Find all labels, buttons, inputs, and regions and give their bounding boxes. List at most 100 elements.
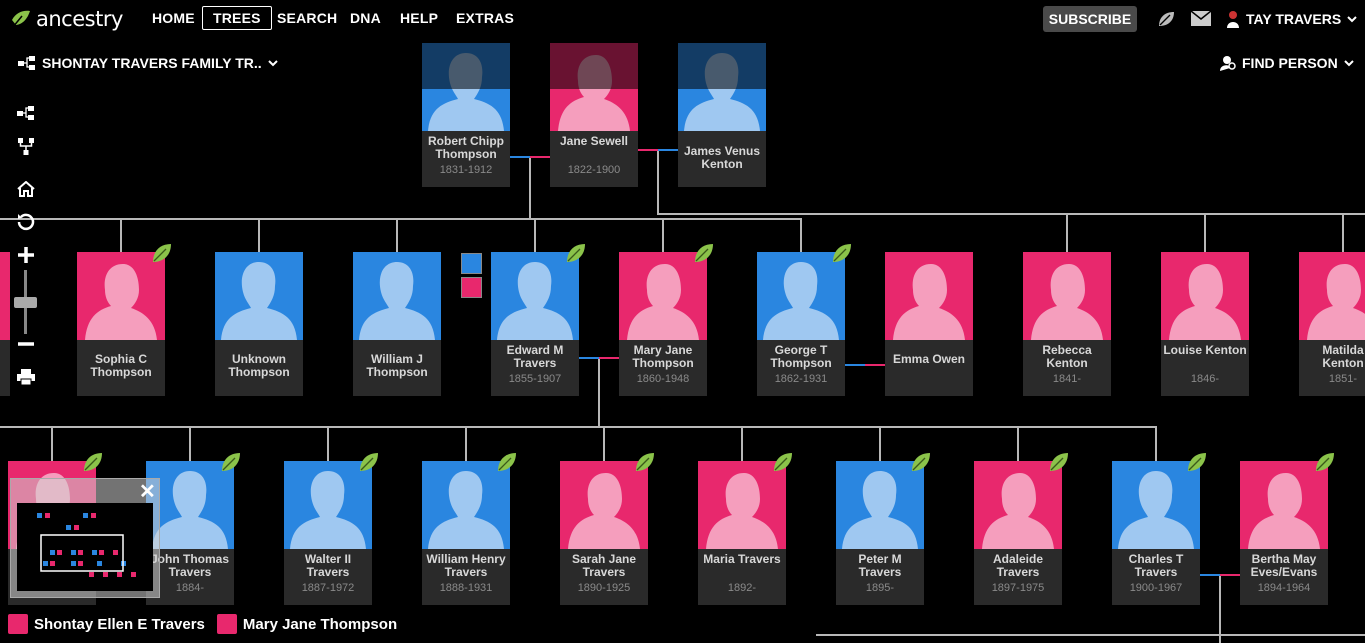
hints-leaf-icon[interactable] — [1156, 9, 1176, 29]
person-name: Emma Owen — [892, 352, 966, 366]
nav-help[interactable]: HELP — [400, 10, 438, 26]
male-silhouette-icon — [422, 43, 510, 131]
person-card[interactable]: William J Thompson — [353, 252, 441, 396]
person-card[interactable]: Rebecca Kenton 1841- — [1023, 252, 1111, 396]
person-card[interactable]: Robert Chipp Thompson 1831-1912 — [422, 43, 510, 187]
hint-leaf-icon[interactable] — [634, 451, 656, 473]
person-card[interactable]: Walter II Travers 1887-1972 — [284, 453, 378, 605]
messages-icon[interactable] — [1191, 11, 1211, 26]
nav-trees[interactable]: TREES — [202, 6, 272, 30]
user-name: TAY TRAVERS — [1246, 11, 1342, 27]
spouse-switch-female-icon[interactable] — [461, 277, 482, 298]
tree-canvas[interactable]: Robert Chipp Thompson 1831-1912 Jane Sew… — [0, 0, 1365, 643]
hint-leaf-icon[interactable] — [151, 242, 173, 264]
person-card[interactable]: Maria Travers 1892- — [698, 453, 792, 605]
person-years: 1897-1975 — [991, 582, 1045, 594]
hint-leaf-icon[interactable] — [1186, 451, 1208, 473]
home-icon[interactable] — [14, 177, 38, 201]
hint-leaf-icon[interactable] — [1048, 451, 1070, 473]
hint-leaf-icon[interactable] — [358, 451, 380, 473]
person-card-partial[interactable] — [0, 252, 10, 396]
hint-leaf-icon[interactable] — [831, 242, 853, 264]
hint-leaf-icon[interactable] — [910, 451, 932, 473]
spouse-switch-male-icon[interactable] — [461, 253, 482, 274]
focus-person-link[interactable]: Mary Jane Thompson — [243, 616, 397, 633]
person-card[interactable]: Jane Sewell 1822-1900 — [550, 43, 638, 187]
find-person-button[interactable]: FIND PERSON — [1220, 55, 1354, 71]
zoom-slider[interactable] — [14, 270, 37, 334]
subscribe-button[interactable]: SUBSCRIBE — [1043, 6, 1137, 32]
female-silhouette-icon — [1023, 252, 1111, 340]
person-card[interactable]: George T Thompson 1862-1931 — [757, 244, 851, 396]
nav-dna[interactable]: DNA — [350, 10, 381, 26]
zoom-slider-thumb[interactable] — [14, 297, 37, 308]
print-icon[interactable] — [14, 365, 38, 389]
male-silhouette-icon — [215, 252, 303, 340]
pedigree-view-icon[interactable] — [14, 101, 38, 125]
person-years: 1887-1972 — [301, 582, 355, 594]
person-card[interactable]: Charles T Travers 1900-1967 — [1112, 453, 1206, 605]
person-name: Charles T Travers — [1128, 552, 1184, 579]
minimap-canvas — [17, 503, 153, 591]
person-years: 1851- — [1328, 373, 1358, 385]
person-years: 1900-1967 — [1129, 582, 1183, 594]
nav-search[interactable]: SEARCH — [277, 10, 337, 26]
brand-name: ancestry — [36, 7, 123, 31]
female-silhouette-icon — [550, 43, 638, 131]
silhouette — [0, 252, 10, 340]
person-name: Maria Travers — [703, 552, 781, 566]
hint-leaf-icon[interactable] — [220, 451, 242, 473]
tree-minimap[interactable]: ✕ — [10, 478, 160, 598]
hint-leaf-icon[interactable] — [565, 242, 587, 264]
person-card[interactable]: Louise Kenton 1846- — [1161, 252, 1249, 396]
person-years: 1892- — [727, 582, 757, 594]
hint-leaf-icon[interactable] — [1314, 451, 1336, 473]
person-name: Matilda Kenton — [1322, 343, 1364, 370]
person-card[interactable]: Matilda Kenton 1851- — [1299, 252, 1365, 396]
nav-home[interactable]: HOME — [152, 10, 195, 26]
person-card[interactable]: Mary Jane Thompson 1860-1948 — [619, 244, 713, 396]
user-menu[interactable]: TAY TRAVERS — [1226, 10, 1357, 28]
person-years: 1890-1925 — [577, 582, 631, 594]
person-years: 1846- — [1190, 373, 1220, 385]
person-name: Edward M Travers — [506, 343, 564, 370]
find-person-label: FIND PERSON — [1242, 55, 1338, 71]
person-name: Adaleide Travers — [992, 552, 1043, 579]
person-name: Walter II Travers — [304, 552, 352, 579]
zoom-out-icon[interactable] — [14, 332, 38, 356]
person-name: Unknown Thompson — [228, 352, 290, 379]
person-card[interactable]: Unknown Thompson — [215, 252, 303, 396]
person-card[interactable]: Edward M Travers 1855-1907 — [491, 244, 585, 396]
female-silhouette-icon — [885, 252, 973, 340]
female-silhouette-icon — [619, 252, 707, 340]
person-years: 1888-1931 — [439, 582, 493, 594]
person-card[interactable]: Sarah Jane Travers 1890-1925 — [560, 453, 654, 605]
family-view-icon[interactable] — [14, 135, 38, 159]
female-person-icon — [216, 614, 237, 634]
ancestry-logo[interactable]: ancestry — [10, 6, 123, 32]
close-icon[interactable]: ✕ — [139, 479, 156, 504]
person-card[interactable]: Emma Owen — [885, 252, 973, 396]
person-card[interactable]: James Venus Kenton — [678, 43, 766, 187]
male-silhouette-icon — [836, 461, 924, 549]
person-name: Peter M Travers — [858, 552, 902, 579]
person-name: Robert Chipp Thompson — [428, 134, 504, 161]
tree-selector[interactable]: SHONTAY TRAVERS FAMILY TR.. — [18, 55, 278, 71]
person-name: George T Thompson — [770, 343, 832, 370]
user-avatar-icon — [1227, 11, 1239, 28]
hint-leaf-icon[interactable] — [496, 451, 518, 473]
person-card[interactable]: William Henry Travers 1888-1931 — [422, 453, 516, 605]
person-card[interactable]: Sophia C Thompson — [77, 244, 171, 396]
hint-leaf-icon[interactable] — [82, 451, 104, 473]
person-card[interactable]: Bertha May Eves/Evans 1894-1964 — [1240, 453, 1334, 605]
reset-icon[interactable] — [14, 210, 38, 234]
nav-extras[interactable]: EXTRAS — [456, 10, 514, 26]
male-silhouette-icon — [353, 252, 441, 340]
person-card[interactable]: Adaleide Travers 1897-1975 — [974, 453, 1068, 605]
home-person-link[interactable]: Shontay Ellen E Travers — [34, 616, 205, 633]
person-name: William J Thompson — [366, 352, 428, 379]
hint-leaf-icon[interactable] — [693, 242, 715, 264]
zoom-in-icon[interactable] — [14, 243, 38, 267]
person-card[interactable]: Peter M Travers 1895- — [836, 453, 930, 605]
hint-leaf-icon[interactable] — [772, 451, 794, 473]
